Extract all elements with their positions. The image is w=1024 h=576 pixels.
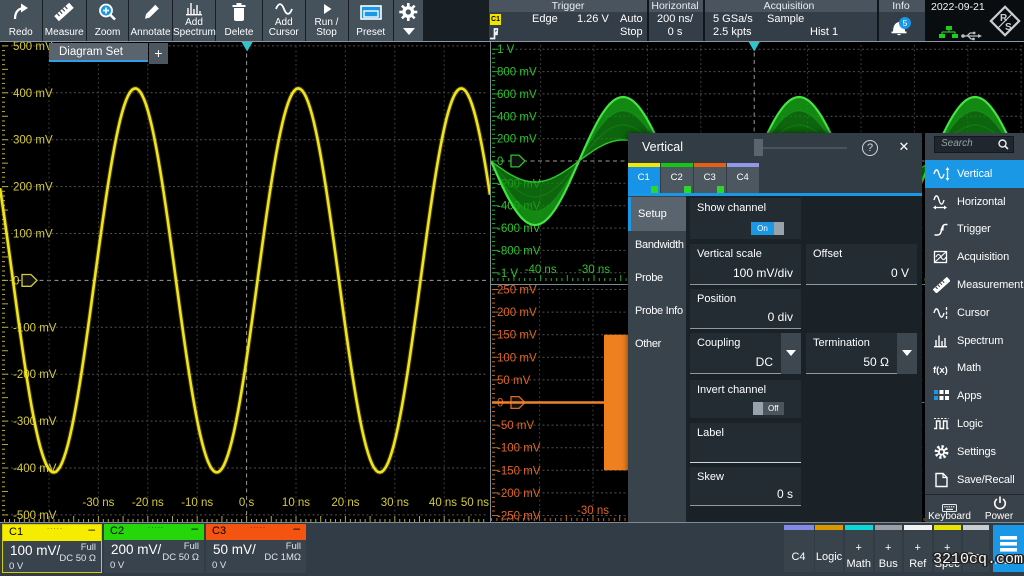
svg-text:600 mV: 600 mV: [497, 89, 537, 101]
svg-text:800 mV: 800 mV: [497, 67, 537, 79]
svg-text:250 mV: 250 mV: [497, 285, 537, 297]
svg-text:-30 ns: -30 ns: [82, 497, 114, 509]
svg-text:-20 ns: -20 ns: [132, 497, 164, 509]
svg-text:-100 mV: -100 mV: [497, 443, 541, 455]
svg-text:200 mV: 200 mV: [497, 307, 537, 319]
svg-text:50 ns: 50 ns: [461, 497, 489, 509]
svg-text:150 mV: 150 mV: [497, 330, 537, 342]
svg-text:-500 mV: -500 mV: [13, 510, 57, 522]
svg-text:-10 ns: -10 ns: [181, 497, 213, 509]
svg-text:200 mV: 200 mV: [13, 182, 53, 194]
svg-text:-30 ns: -30 ns: [577, 505, 609, 517]
svg-text:400 mV: 400 mV: [13, 88, 53, 100]
svg-text:-150 mV: -150 mV: [497, 465, 541, 477]
svg-text:S: S: [1005, 22, 1012, 33]
svg-text:-40 ns: -40 ns: [525, 264, 557, 276]
svg-text:5: 5: [903, 18, 908, 28]
svg-text:50 mV: 50 mV: [497, 375, 531, 387]
svg-text:f(x): f(x): [933, 365, 948, 376]
svg-text:-200 mV: -200 mV: [13, 369, 57, 381]
svg-text:500 mV: 500 mV: [13, 42, 53, 53]
svg-text:1 V: 1 V: [497, 44, 515, 56]
svg-text:100 mV: 100 mV: [497, 352, 537, 364]
svg-text:300 mV: 300 mV: [13, 135, 53, 147]
svg-text:20 ns: 20 ns: [331, 497, 359, 509]
svg-text:40 ns: 40 ns: [429, 497, 457, 509]
svg-text:-1 V: -1 V: [497, 268, 518, 280]
svg-text:100 mV: 100 mV: [13, 229, 53, 241]
svg-text:-250 mV: -250 mV: [497, 511, 541, 523]
svg-text:0 s: 0 s: [239, 497, 255, 509]
svg-text:-800 mV: -800 mV: [497, 245, 541, 257]
svg-text:-200 mV: -200 mV: [497, 488, 541, 500]
svg-text:400 mV: 400 mV: [497, 111, 537, 123]
svg-text:-50 mV: -50 mV: [497, 420, 534, 432]
svg-text:10 ns: 10 ns: [282, 497, 310, 509]
svg-text:200 mV: 200 mV: [497, 134, 537, 146]
svg-text:-30 ns: -30 ns: [578, 264, 610, 276]
svg-text:30 ns: 30 ns: [381, 497, 409, 509]
